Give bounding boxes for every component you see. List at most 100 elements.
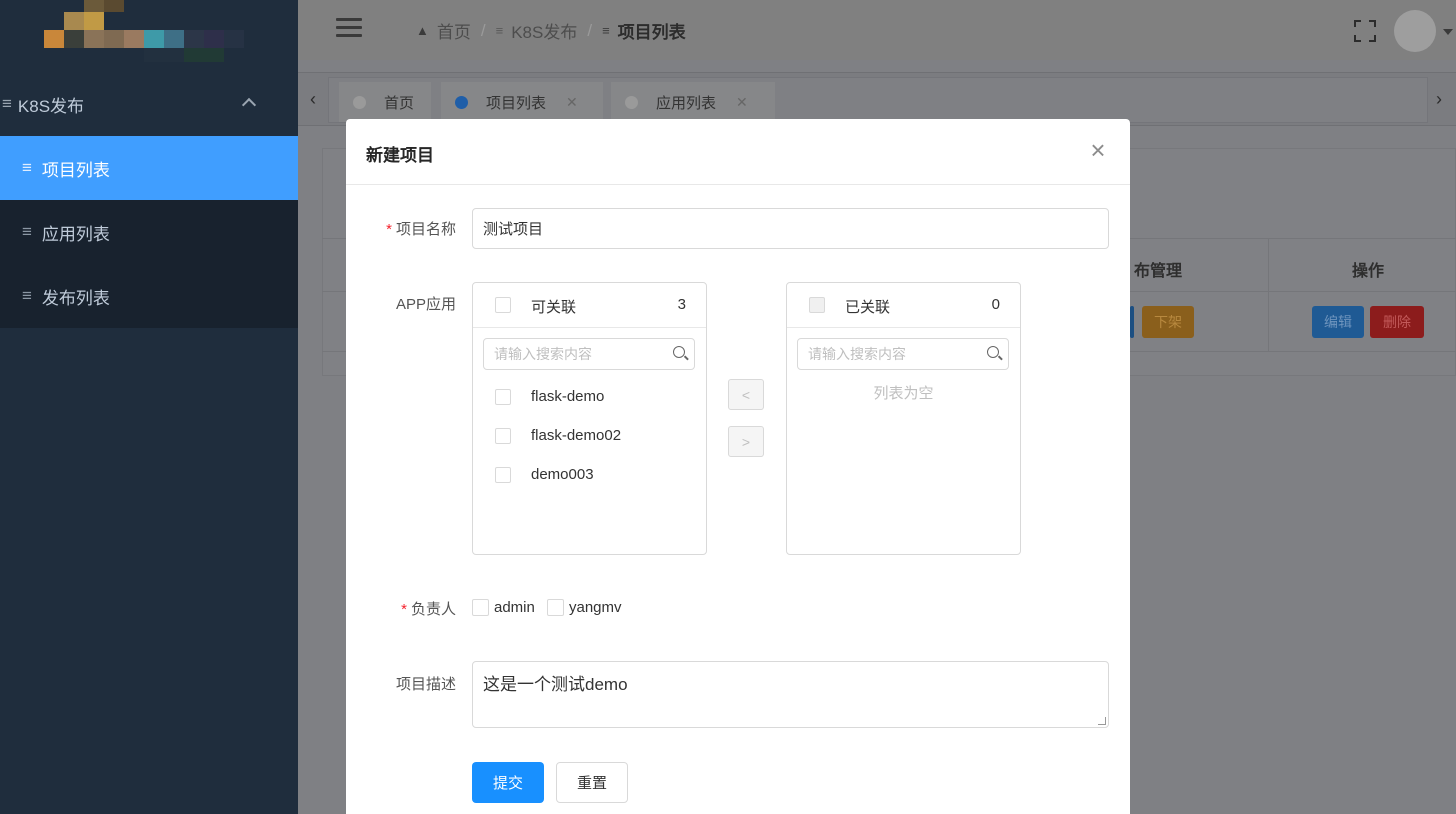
close-icon[interactable]: × — [1088, 137, 1108, 163]
transfer-source-count: 3 — [677, 296, 686, 313]
breadcrumb: ▲ 首页 / ≡ K8S发布 / ≡ 项目列表 — [416, 18, 686, 43]
menu-icon: ≡ — [22, 158, 32, 177]
sidebar-item-label: 项目列表 — [41, 160, 110, 180]
delete-button[interactable]: 删除 — [1370, 306, 1424, 338]
sidebar-item-label: 应用列表 — [41, 224, 110, 244]
select-all-checkbox[interactable] — [495, 297, 511, 313]
edit-button[interactable]: 编辑 — [1312, 306, 1364, 338]
close-icon[interactable]: ✕ — [736, 94, 748, 111]
owner-option-yangmv[interactable]: yangmv — [547, 599, 622, 616]
label-text: 项目描述 — [395, 676, 456, 693]
move-right-button[interactable]: > — [728, 426, 764, 457]
transfer-target-count: 0 — [991, 296, 1000, 313]
project-name-input[interactable]: 测试项目 — [472, 208, 1109, 249]
hamburger-icon[interactable] — [336, 18, 362, 38]
item-label: flask-demo — [531, 388, 605, 405]
input-value: 测试项目 — [483, 221, 544, 238]
table-header-cell: 布管理 — [1134, 263, 1183, 280]
sidebar-item-label: 发布列表 — [41, 288, 110, 308]
row-button-partial[interactable] — [1130, 306, 1134, 338]
transfer-target-title: 已关联 — [845, 299, 891, 316]
tags-bar: ‹ 首页 项目列表 ✕ 应用列表 ✕ › — [298, 72, 1456, 126]
owner-checkbox[interactable] — [472, 599, 489, 616]
breadcrumb-separator: / — [480, 20, 486, 40]
submit-button[interactable]: 提交 — [472, 762, 544, 803]
search-icon — [987, 346, 999, 358]
menu-icon: ≡ — [22, 222, 32, 241]
fullscreen-icon[interactable] — [1354, 20, 1376, 42]
dialog-title: 新建项目 — [366, 146, 434, 165]
chevron-left-icon[interactable]: ‹ — [310, 89, 316, 110]
item-checkbox[interactable] — [495, 428, 511, 444]
status-dot-icon — [625, 95, 638, 109]
sidebar-item-app-list[interactable]: ≡ 应用列表 — [0, 200, 298, 264]
chevron-right-icon[interactable]: › — [1436, 89, 1442, 110]
owner-checkbox[interactable] — [547, 599, 564, 616]
sidebar: ≡ K8S发布 ≡ 项目列表 ≡ 应用列表 ≡ 发布列表 — [0, 0, 298, 814]
breadcrumb-k8s[interactable]: K8S发布 — [511, 18, 577, 43]
breadcrumb-separator: / — [587, 20, 593, 40]
transfer-source-search[interactable]: 请输入搜索内容 — [483, 338, 695, 370]
empty-text: 列表为空 — [873, 385, 934, 402]
project-name-label: * 项目名称 — [346, 218, 456, 239]
transfer-target-header: 已关联 0 — [787, 283, 1020, 328]
table-header-cell: 操作 — [1352, 263, 1385, 280]
description-textarea[interactable]: 这是一个测试demo — [472, 661, 1109, 728]
logo — [44, 0, 244, 64]
home-icon: ▲ — [416, 23, 429, 38]
menu-group-k8s[interactable]: ≡ K8S发布 — [0, 72, 298, 136]
item-checkbox[interactable] — [495, 467, 511, 483]
sidebar-item-project-list[interactable]: ≡ 项目列表 — [0, 136, 298, 200]
reset-button[interactable]: 重置 — [556, 762, 628, 803]
breadcrumb-home[interactable]: 首页 — [437, 18, 471, 43]
description-label: 项目描述 — [346, 673, 456, 694]
search-icon — [673, 346, 685, 358]
sidebar-item-release-list[interactable]: ≡ 发布列表 — [0, 264, 298, 328]
caret-down-icon[interactable] — [1443, 29, 1453, 35]
label-text: APP应用 — [395, 296, 456, 313]
close-icon[interactable]: ✕ — [566, 94, 578, 111]
menu-group-label: K8S发布 — [17, 96, 85, 116]
navbar: ▲ 首页 / ≡ K8S发布 / ≡ 项目列表 — [298, 0, 1456, 60]
select-all-checkbox[interactable] — [809, 297, 825, 313]
dialog-header: 新建项目 × — [346, 119, 1130, 185]
label-text: 负责人 — [410, 601, 456, 618]
chevron-up-icon — [241, 97, 257, 113]
transfer-source-header: 可关联 3 — [473, 283, 706, 328]
breadcrumb-current: 项目列表 — [617, 23, 686, 42]
transfer-source-panel: 可关联 3 请输入搜索内容 flask-demo flask-demo02 de… — [472, 282, 707, 555]
new-project-dialog: 新建项目 × * 项目名称 测试项目 APP应用 可关联 3 请输入搜索内容 fl… — [346, 119, 1130, 814]
resize-handle-icon[interactable] — [1098, 717, 1106, 725]
tag-label: 项目列表 — [486, 94, 547, 112]
move-left-button[interactable]: < — [728, 379, 764, 410]
owner-label-text: yangmv — [569, 599, 622, 616]
owner-label-text: admin — [494, 599, 535, 616]
submenu: ≡ 项目列表 ≡ 应用列表 ≡ 发布列表 — [0, 136, 298, 328]
menu-icon: ≡ — [602, 23, 610, 38]
item-checkbox[interactable] — [495, 389, 511, 405]
label-text: 项目名称 — [395, 221, 456, 238]
required-mark: * — [401, 601, 407, 618]
avatar[interactable] — [1394, 10, 1436, 52]
transfer-source-title: 可关联 — [531, 299, 577, 316]
menu-icon: ≡ — [2, 94, 12, 113]
menu-icon: ≡ — [22, 286, 32, 305]
status-dot-icon — [455, 95, 468, 109]
tag-label: 首页 — [384, 94, 415, 112]
transfer-target-panel: 已关联 0 请输入搜索内容 列表为空 — [786, 282, 1021, 555]
required-mark: * — [386, 221, 392, 238]
item-label: flask-demo02 — [531, 427, 622, 444]
table-divider — [1268, 238, 1269, 352]
tag-project-list[interactable]: 项目列表 ✕ — [441, 82, 603, 122]
textarea-value: 这是一个测试demo — [483, 675, 628, 694]
search-placeholder: 请输入搜索内容 — [494, 346, 592, 362]
search-placeholder: 请输入搜索内容 — [808, 346, 906, 362]
app-label: APP应用 — [346, 293, 456, 314]
transfer-target-search[interactable]: 请输入搜索内容 — [797, 338, 1009, 370]
tag-home[interactable]: 首页 — [339, 82, 431, 122]
tag-app-list[interactable]: 应用列表 ✕ — [611, 82, 775, 122]
offline-button[interactable]: 下架 — [1142, 306, 1194, 338]
item-label: demo003 — [531, 466, 594, 483]
owner-option-admin[interactable]: admin — [472, 599, 535, 616]
status-dot-icon — [353, 95, 366, 109]
